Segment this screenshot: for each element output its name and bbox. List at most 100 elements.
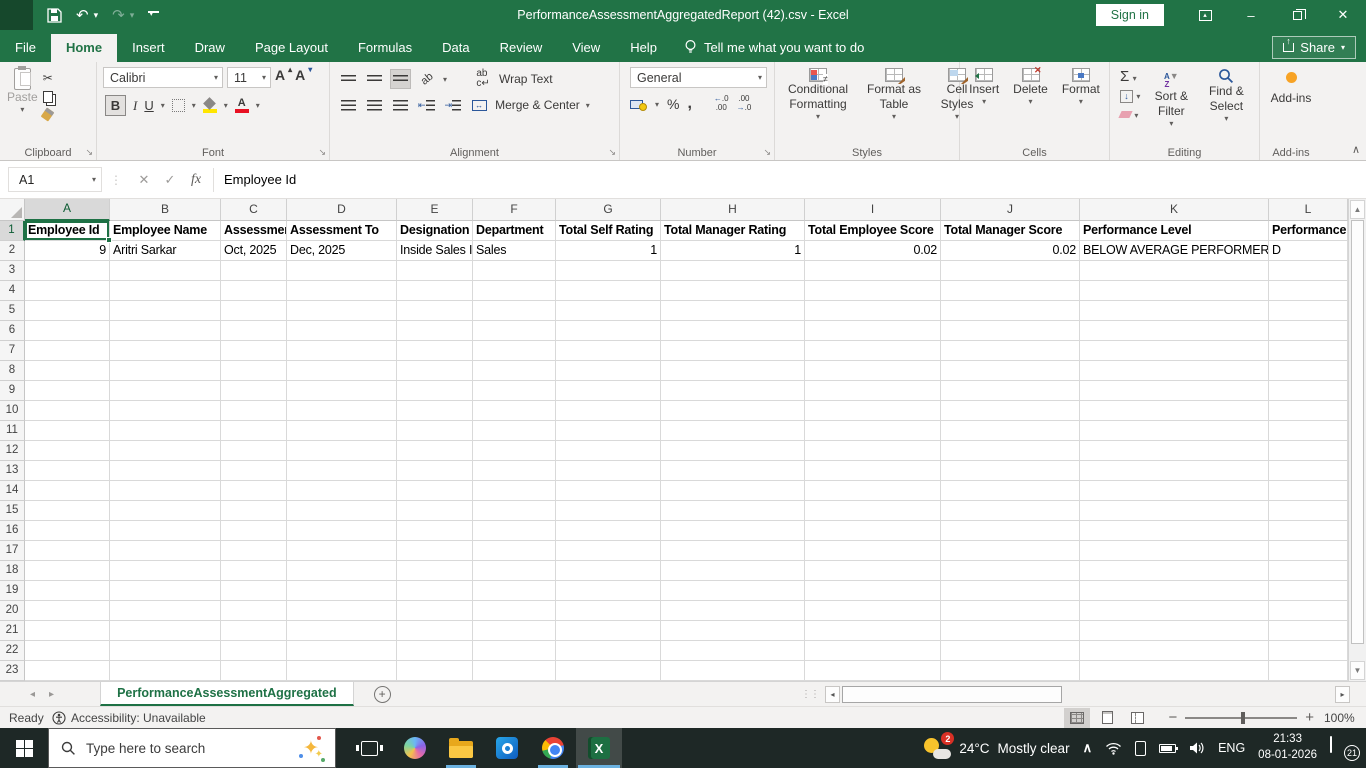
row-header-12[interactable]: 12 (0, 441, 25, 461)
cell-J3[interactable] (941, 261, 1080, 281)
tell-me-box[interactable]: Tell me what you want to do (672, 33, 876, 62)
cell-C6[interactable] (221, 321, 287, 341)
next-sheet-icon[interactable]: ▸ (49, 689, 54, 700)
cell-L5[interactable] (1269, 301, 1348, 321)
cell-E8[interactable] (397, 361, 473, 381)
cell-E9[interactable] (397, 381, 473, 401)
row-header-18[interactable]: 18 (0, 561, 25, 581)
cell-A17[interactable] (25, 541, 110, 561)
cell-I14[interactable] (805, 481, 941, 501)
cell-F22[interactable] (473, 641, 556, 661)
cell-I2[interactable]: 0.02 (805, 241, 941, 261)
weather-widget[interactable]: 2 24°C Mostly clear (923, 732, 1070, 761)
cell-E1[interactable]: Designation (397, 221, 473, 241)
cell-I13[interactable] (805, 461, 941, 481)
cell-G13[interactable] (556, 461, 661, 481)
cell-A1[interactable]: Employee Id (25, 221, 112, 243)
row-header-5[interactable]: 5 (0, 301, 25, 321)
horizontal-scroll-thumb[interactable] (842, 685, 1062, 703)
cell-H17[interactable] (661, 541, 805, 561)
cell-K6[interactable] (1080, 321, 1269, 341)
wrap-text-label[interactable]: Wrap Text (499, 72, 553, 86)
cell-G18[interactable] (556, 561, 661, 581)
cell-K23[interactable] (1080, 661, 1269, 681)
cell-H22[interactable] (661, 641, 805, 661)
cell-A14[interactable] (25, 481, 110, 501)
share-button[interactable]: Share ▾ (1272, 36, 1356, 59)
cell-F10[interactable] (473, 401, 556, 421)
vertical-scroll-thumb[interactable] (1351, 220, 1364, 644)
cell-F7[interactable] (473, 341, 556, 361)
cell-K11[interactable] (1080, 421, 1269, 441)
cell-D19[interactable] (287, 581, 397, 601)
cell-H14[interactable] (661, 481, 805, 501)
cell-A19[interactable] (25, 581, 110, 601)
cell-F13[interactable] (473, 461, 556, 481)
cell-E20[interactable] (397, 601, 473, 621)
cell-L3[interactable] (1269, 261, 1348, 281)
language-indicator[interactable]: ENG (1218, 741, 1245, 755)
cell-D20[interactable] (287, 601, 397, 621)
app-icon[interactable] (0, 0, 33, 30)
page-layout-view-button[interactable] (1094, 708, 1120, 728)
cell-C7[interactable] (221, 341, 287, 361)
row-header-22[interactable]: 22 (0, 641, 25, 661)
cell-J7[interactable] (941, 341, 1080, 361)
cell-L20[interactable] (1269, 601, 1348, 621)
cell-B12[interactable] (110, 441, 221, 461)
cell-L4[interactable] (1269, 281, 1348, 301)
cell-C22[interactable] (221, 641, 287, 661)
sheet-tab[interactable]: PerformanceAssessmentAggregated (100, 682, 354, 706)
cell-B7[interactable] (110, 341, 221, 361)
row-header-9[interactable]: 9 (0, 381, 25, 401)
accounting-format-icon[interactable] (630, 98, 647, 111)
align-top-icon[interactable] (338, 69, 358, 89)
column-header-B[interactable]: B (110, 199, 221, 221)
paste-button[interactable]: Paste ▾ (2, 65, 43, 120)
cell-J4[interactable] (941, 281, 1080, 301)
save-icon[interactable] (47, 7, 62, 23)
cell-B9[interactable] (110, 381, 221, 401)
cell-D17[interactable] (287, 541, 397, 561)
select-all-corner[interactable] (0, 199, 25, 221)
tab-help[interactable]: Help (615, 34, 672, 62)
cell-B19[interactable] (110, 581, 221, 601)
align-center-icon[interactable] (364, 95, 384, 115)
cell-L10[interactable] (1269, 401, 1348, 421)
cell-B4[interactable] (110, 281, 221, 301)
search-highlights-icon[interactable]: ✦ ✦ (299, 736, 325, 762)
cell-I19[interactable] (805, 581, 941, 601)
vertical-scrollbar[interactable]: ▲ ▼ (1348, 199, 1366, 681)
cell-D21[interactable] (287, 621, 397, 641)
format-as-table-button[interactable]: Format as Table ▾ (859, 65, 929, 144)
clear-icon[interactable]: ▾ (1118, 107, 1140, 121)
cell-J22[interactable] (941, 641, 1080, 661)
cell-J6[interactable] (941, 321, 1080, 341)
normal-view-button[interactable] (1064, 707, 1091, 728)
cell-E21[interactable] (397, 621, 473, 641)
undo-icon[interactable]: ↶ (76, 8, 89, 23)
column-header-J[interactable]: J (941, 199, 1080, 221)
row-header-20[interactable]: 20 (0, 601, 25, 621)
column-header-L[interactable]: L (1269, 199, 1348, 221)
volume-icon[interactable] (1189, 741, 1205, 755)
cell-K19[interactable] (1080, 581, 1269, 601)
row-header-8[interactable]: 8 (0, 361, 25, 381)
outlook-button[interactable] (484, 728, 530, 768)
cell-J18[interactable] (941, 561, 1080, 581)
phone-link-icon[interactable] (1135, 740, 1147, 756)
cell-I3[interactable] (805, 261, 941, 281)
cell-A20[interactable] (25, 601, 110, 621)
cell-D7[interactable] (287, 341, 397, 361)
cell-B18[interactable] (110, 561, 221, 581)
cell-B17[interactable] (110, 541, 221, 561)
cell-B2[interactable]: Aritri Sarkar (110, 241, 221, 261)
cell-J13[interactable] (941, 461, 1080, 481)
row-header-21[interactable]: 21 (0, 621, 25, 641)
fill-color-icon[interactable] (202, 96, 217, 113)
new-sheet-button[interactable]: + (373, 685, 391, 703)
restore-button[interactable] (1274, 0, 1320, 30)
cell-G11[interactable] (556, 421, 661, 441)
cell-G14[interactable] (556, 481, 661, 501)
cell-E11[interactable] (397, 421, 473, 441)
